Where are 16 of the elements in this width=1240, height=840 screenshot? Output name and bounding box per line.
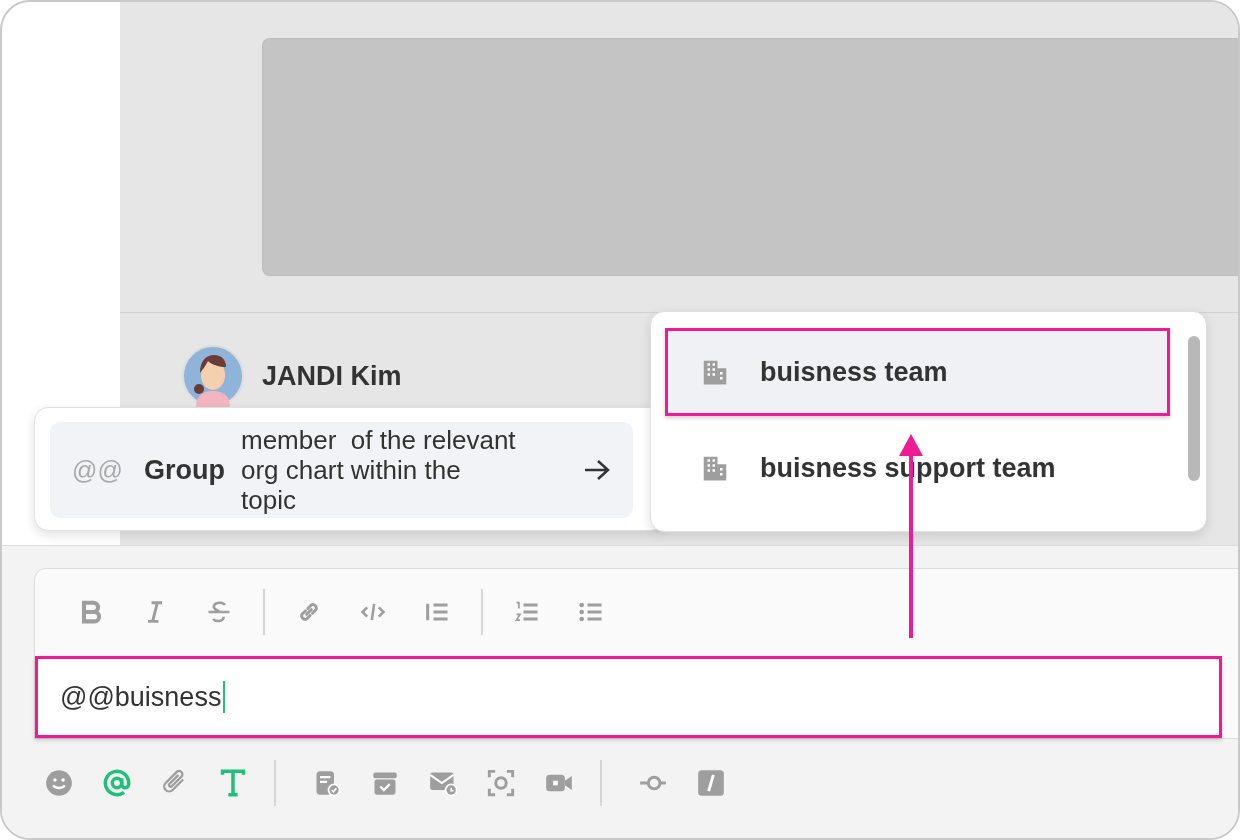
screen-capture-icon[interactable] bbox=[487, 769, 515, 797]
mention-icon[interactable] bbox=[103, 769, 131, 797]
text-cursor bbox=[223, 681, 226, 713]
suggestion-item[interactable]: buisness team bbox=[665, 328, 1170, 416]
team-name: buisness team bbox=[760, 356, 948, 388]
option-label: Group bbox=[144, 454, 225, 486]
scrollbar[interactable] bbox=[1188, 336, 1200, 481]
author-name: JANDI Kim bbox=[262, 360, 402, 392]
message-input[interactable]: @@buisness bbox=[35, 656, 1222, 738]
option-description: member of the relevant org chart within the topic bbox=[241, 425, 517, 515]
emoji-icon[interactable] bbox=[45, 769, 73, 797]
arrow-right-icon bbox=[583, 458, 611, 482]
mention-prefix: @@ bbox=[72, 455, 124, 485]
text-format-icon[interactable] bbox=[219, 769, 247, 797]
slash-command-icon[interactable] bbox=[697, 769, 725, 797]
group-mention-option[interactable]: @@ Group member of the relevant org chart within the topic bbox=[50, 422, 633, 518]
